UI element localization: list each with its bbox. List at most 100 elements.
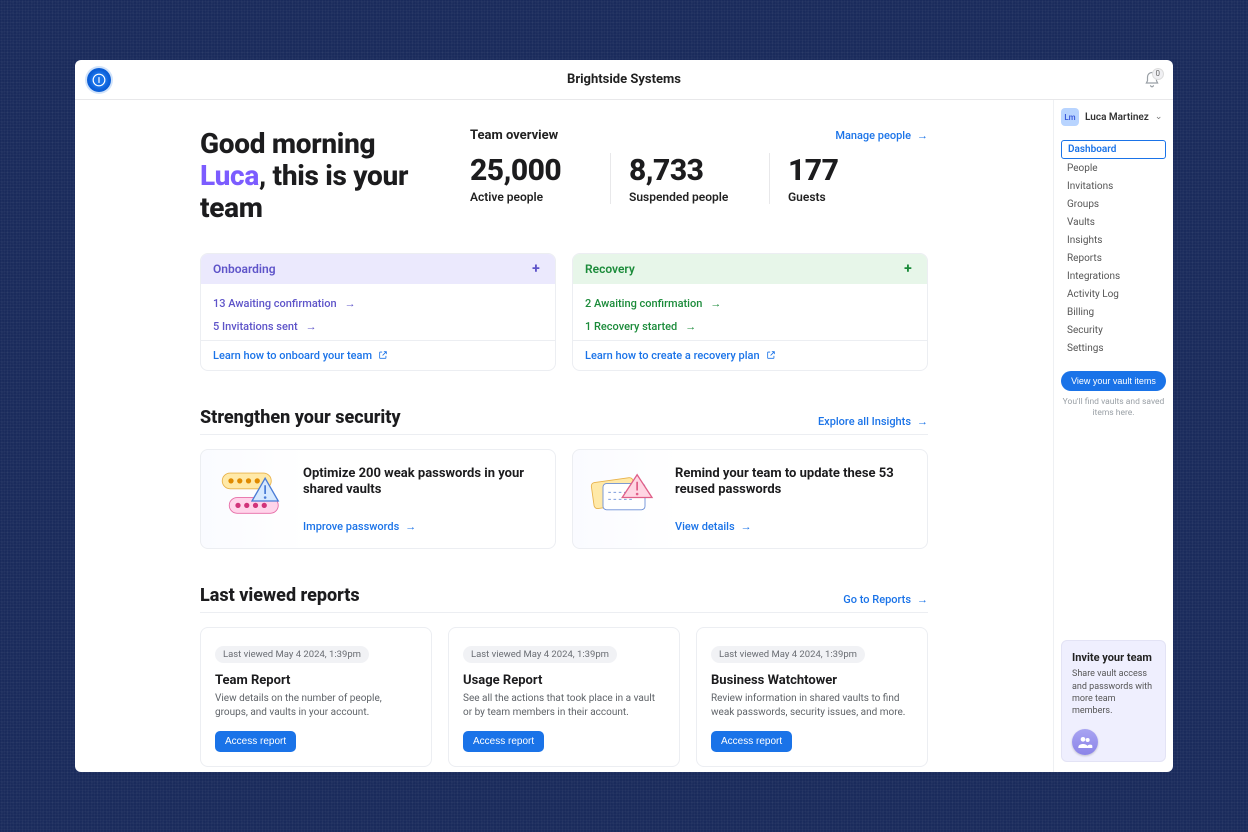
report-meta: Last viewed May 4 2024, 1:39pm [463,646,617,663]
app-logo[interactable] [87,68,111,92]
people-icon [1072,729,1098,755]
report-desc: Review information in shared vaults to f… [711,692,913,719]
insight-weak-passwords: Optimize 200 weak passwords in your shar… [200,449,556,550]
nav-people[interactable]: People [1061,160,1166,177]
vault-hint: You'll find vaults and saved items here. [1061,397,1166,419]
go-to-reports-label: Go to Reports [843,593,911,606]
report-card-usage: Last viewed May 4 2024, 1:39pm Usage Rep… [448,627,680,767]
nav-integrations[interactable]: Integrations [1061,268,1166,285]
recovery-learn-link[interactable]: Learn how to create a recovery plan [573,340,927,370]
onboarding-item[interactable]: 13 Awaiting confirmation [213,292,543,315]
panel-link-label: 1 Recovery started [585,320,677,333]
invite-title: Invite your team [1072,651,1155,664]
onboarding-learn-link[interactable]: Learn how to onboard your team [201,340,555,370]
report-title: Usage Report [463,673,665,688]
nav-activity-log[interactable]: Activity Log [1061,286,1166,303]
recovery-item[interactable]: 1 Recovery started [585,315,915,338]
recovery-item[interactable]: 2 Awaiting confirmation [585,292,915,315]
nav-security[interactable]: Security [1061,322,1166,339]
access-report-button[interactable]: Access report [711,731,792,752]
stat-guests: 177 Guests [769,153,928,204]
panel-link-label: 5 Invitations sent [213,320,298,333]
nav-list: Dashboard People Invitations Groups Vaul… [1061,140,1166,357]
report-title: Team Report [215,673,417,688]
insight-title: Remind your team to update these 53 reus… [675,466,911,500]
nav-insights[interactable]: Insights [1061,232,1166,249]
team-overview: Team overview Manage people 25,000 Activ… [470,128,928,225]
arrow-right-icon [917,415,928,428]
access-report-button[interactable]: Access report [463,731,544,752]
greeting: Good morning Luca, this is your team [200,128,430,225]
panel-footer-label: Learn how to onboard your team [213,349,372,362]
org-name: Brightside Systems [567,72,681,87]
improve-passwords-link[interactable]: Improve passwords [303,520,416,533]
external-link-icon [378,350,388,360]
explore-insights-label: Explore all Insights [818,415,911,428]
access-report-button[interactable]: Access report [215,731,296,752]
panel-link-label: 13 Awaiting confirmation [213,297,337,310]
stat-label: Guests [788,190,928,204]
arrow-right-icon [345,297,356,310]
main-content: Good morning Luca, this is your team Tea… [75,100,1053,772]
invite-desc: Share vault access and passwords with mo… [1072,668,1155,717]
report-meta: Last viewed May 4 2024, 1:39pm [711,646,865,663]
go-to-reports-link[interactable]: Go to Reports [843,593,928,606]
arrow-right-icon [917,129,928,142]
nav-reports[interactable]: Reports [1061,250,1166,267]
onboarding-add-icon[interactable]: + [529,262,543,276]
stat-active: 25,000 Active people [470,153,610,204]
reports-section-head: Last viewed reports Go to Reports [200,585,928,613]
arrow-right-icon [917,593,928,606]
recovery-add-icon[interactable]: + [901,262,915,276]
stat-suspended: 8,733 Suspended people [610,153,769,204]
weak-passwords-icon [217,466,287,522]
panel-link-label: 2 Awaiting confirmation [585,297,702,310]
nav-groups[interactable]: Groups [1061,196,1166,213]
onboarding-panel: Onboarding + 13 Awaiting confirmation 5 … [200,253,556,371]
manage-people-link[interactable]: Manage people [835,129,928,142]
security-heading: Strengthen your security [200,407,401,428]
app-window: Brightside Systems 0 Good morning Luca, … [75,60,1173,772]
report-meta: Last viewed May 4 2024, 1:39pm [215,646,369,663]
sidebar: Lm Luca Martinez ⌄ Dashboard People Invi… [1053,100,1173,772]
invite-team-card[interactable]: Invite your team Share vault access and … [1061,640,1166,762]
greeting-pre: Good morning [200,127,375,160]
report-card-team: Last viewed May 4 2024, 1:39pm Team Repo… [200,627,432,767]
arrow-right-icon [685,320,696,333]
stat-label: Active people [470,190,610,204]
user-name: Luca Martinez [1085,112,1149,123]
reports-heading: Last viewed reports [200,585,360,606]
user-menu[interactable]: Lm Luca Martinez ⌄ [1061,108,1166,126]
external-link-icon [766,350,776,360]
recovery-panel: Recovery + 2 Awaiting confirmation 1 Rec… [572,253,928,371]
manage-people-label: Manage people [835,129,911,142]
arrow-right-icon [710,297,721,310]
report-desc: See all the actions that took place in a… [463,692,665,719]
report-title: Business Watchtower [711,673,913,688]
arrow-right-icon [741,520,752,533]
topbar: Brightside Systems 0 [75,60,1173,100]
recovery-title: Recovery [585,262,635,276]
nav-vaults[interactable]: Vaults [1061,214,1166,231]
overview-title: Team overview [470,128,558,143]
reused-passwords-icon [589,466,659,522]
view-vault-items-button[interactable]: View your vault items [1061,371,1166,391]
user-avatar: Lm [1061,108,1079,126]
insight-cta-label: Improve passwords [303,520,399,533]
view-details-link[interactable]: View details [675,520,752,533]
explore-insights-link[interactable]: Explore all Insights [818,415,928,428]
insight-reused-passwords: Remind your team to update these 53 reus… [572,449,928,550]
stat-num: 8,733 [629,153,769,188]
nav-dashboard[interactable]: Dashboard [1061,140,1166,159]
nav-invitations[interactable]: Invitations [1061,178,1166,195]
greeting-name: Luca [200,159,259,192]
nav-settings[interactable]: Settings [1061,340,1166,357]
nav-billing[interactable]: Billing [1061,304,1166,321]
report-card-watchtower: Last viewed May 4 2024, 1:39pm Business … [696,627,928,767]
arrow-right-icon [405,520,416,533]
onboarding-item[interactable]: 5 Invitations sent [213,315,543,338]
notifications-bell-icon[interactable]: 0 [1143,71,1161,89]
insight-title: Optimize 200 weak passwords in your shar… [303,466,539,500]
stat-num: 25,000 [470,153,610,188]
panel-footer-label: Learn how to create a recovery plan [585,349,760,362]
